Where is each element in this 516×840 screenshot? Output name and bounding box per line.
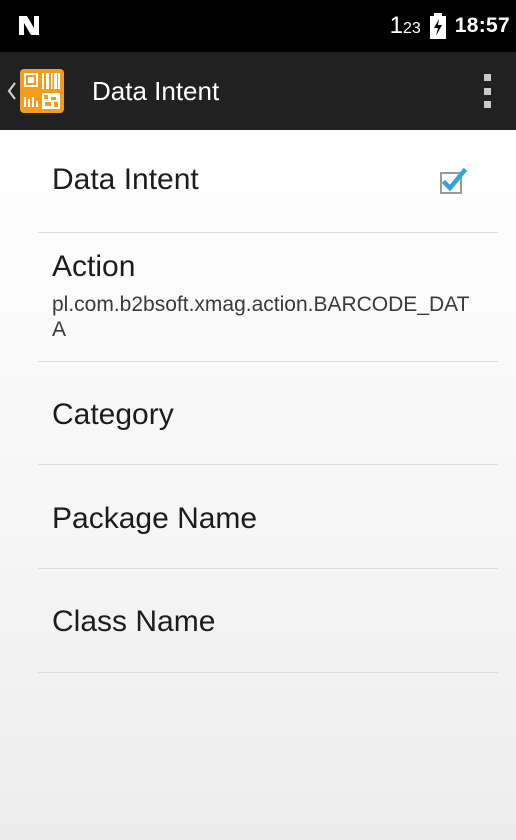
pref-data-intent[interactable]: Data Intent xyxy=(38,130,498,233)
overflow-menu-icon[interactable] xyxy=(482,74,492,108)
pref-package-name[interactable]: Package Name xyxy=(38,465,498,569)
pref-category[interactable]: Category xyxy=(38,362,498,465)
keypad-mode-main: 1 xyxy=(389,12,403,39)
pref-class-name[interactable]: Class Name xyxy=(38,569,498,673)
overflow-dot xyxy=(483,87,491,95)
overflow-dot xyxy=(483,74,491,81)
pref-title: Action xyxy=(52,250,136,283)
action-bar: Data Intent xyxy=(0,52,516,130)
overflow-dot xyxy=(483,101,491,108)
preference-list: Data Intent Action pl.com.b2bsoft.xmag.a… xyxy=(0,130,516,840)
barcode-app-icon xyxy=(20,69,64,113)
keypad-mode-sub: 23 xyxy=(402,20,421,37)
pref-title: Data Intent xyxy=(52,163,199,196)
back-chevron-icon xyxy=(7,82,16,100)
pref-action[interactable]: Action pl.com.b2bsoft.xmag.action.BARCOD… xyxy=(38,232,498,362)
nfc-icon xyxy=(19,16,39,35)
status-icons: 1 23 18:57 xyxy=(390,0,510,52)
pref-title: Class Name xyxy=(52,605,216,638)
action-bar-title: Data Intent xyxy=(92,76,220,106)
up-navigation-button[interactable] xyxy=(0,52,88,130)
data-intent-checkbox[interactable] xyxy=(438,166,468,196)
pref-summary: pl.com.b2bsoft.xmag.action.BARCODE_DATA xyxy=(52,293,470,341)
keypad-mode-indicator: 1 23 xyxy=(390,14,421,38)
pref-title: Category xyxy=(52,398,174,431)
pref-title: Package Name xyxy=(52,502,258,535)
battery-charging-icon xyxy=(429,13,446,39)
status-bar: 1 23 18:57 xyxy=(0,0,516,52)
status-clock: 18:57 xyxy=(454,14,510,37)
